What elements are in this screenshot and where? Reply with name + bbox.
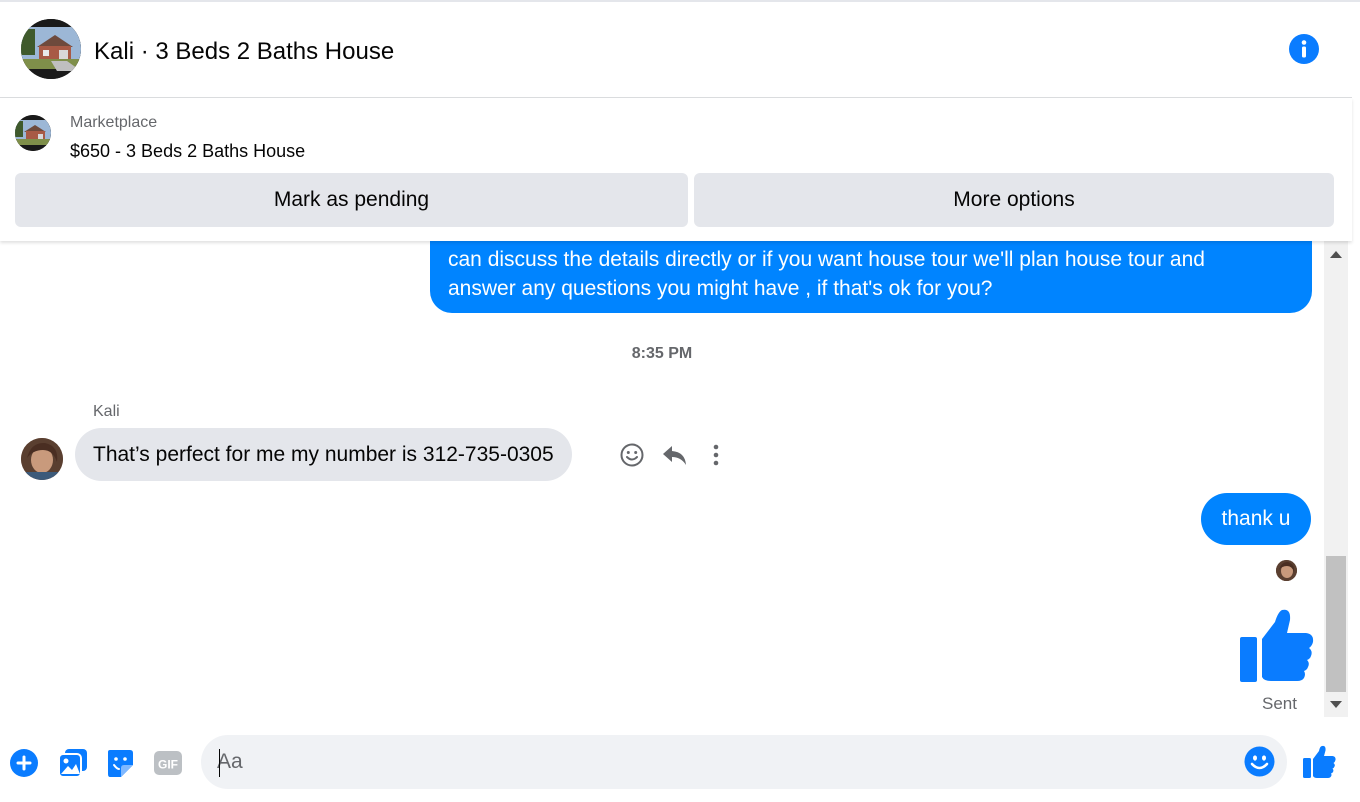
incoming-message-bubble[interactable]: That’s perfect for me my number is 312-7…: [75, 428, 572, 481]
message-status: Sent: [1262, 694, 1297, 713]
person-photo-icon: [1276, 560, 1297, 581]
message-timestamp: 8:35 PM: [631, 345, 693, 362]
seen-by-avatar: [1276, 560, 1297, 581]
gif-icon[interactable]: GIF: [153, 748, 183, 778]
reply-icon[interactable]: [660, 441, 688, 469]
image-icon[interactable]: [58, 748, 88, 778]
message-line: can discuss the details directly or if y…: [448, 248, 1205, 271]
thumbs-up-icon[interactable]: [1238, 608, 1314, 684]
thumbs-up-icon[interactable]: [1302, 745, 1336, 779]
person-photo-icon: [21, 438, 63, 480]
more-icon[interactable]: [702, 441, 730, 469]
scroll-up-arrow-icon[interactable]: [1330, 251, 1342, 258]
scrollbar-thumb[interactable]: [1326, 556, 1346, 692]
thread-scrollbar[interactable]: [1324, 241, 1348, 717]
marketplace-panel: Marketplace $650 - 3 Beds 2 Baths House …: [0, 98, 1352, 241]
react-icon[interactable]: [618, 441, 646, 469]
more-options-button[interactable]: More options: [694, 173, 1334, 227]
plus-icon[interactable]: [9, 748, 39, 778]
gif-label: GIF: [158, 758, 178, 772]
sticker-icon[interactable]: [105, 748, 135, 778]
house-photo-icon: [21, 19, 81, 79]
house-photo-icon: [15, 115, 51, 151]
marketplace-label: Marketplace: [70, 114, 158, 131]
conversation-header: Kali · 3 Beds 2 Baths House: [0, 2, 1352, 98]
message-line: answer any questions you might have , if…: [448, 277, 993, 300]
text-cursor: [219, 749, 220, 777]
mark-as-pending-button[interactable]: Mark as pending: [15, 173, 688, 227]
message-composer: GIF: [0, 717, 1360, 802]
message-thread: can discuss the details directly or if y…: [0, 241, 1324, 717]
emoji-icon[interactable]: [1244, 746, 1275, 777]
message-input[interactable]: [217, 735, 1227, 789]
conversation-title: Kali · 3 Beds 2 Baths House: [94, 38, 395, 65]
outgoing-message-bubble[interactable]: thank u: [1201, 493, 1311, 545]
info-icon[interactable]: [1289, 34, 1319, 64]
message-input-box[interactable]: [201, 735, 1287, 789]
sender-name: Kali: [93, 403, 120, 420]
outgoing-message-bubble[interactable]: can discuss the details directly or if y…: [430, 241, 1312, 313]
listing-thumbnail[interactable]: [15, 115, 51, 151]
scroll-down-arrow-icon[interactable]: [1330, 701, 1342, 708]
avatar[interactable]: [21, 438, 63, 480]
conversation-avatar[interactable]: [21, 19, 81, 79]
listing-title[interactable]: $650 - 3 Beds 2 Baths House: [70, 141, 305, 162]
